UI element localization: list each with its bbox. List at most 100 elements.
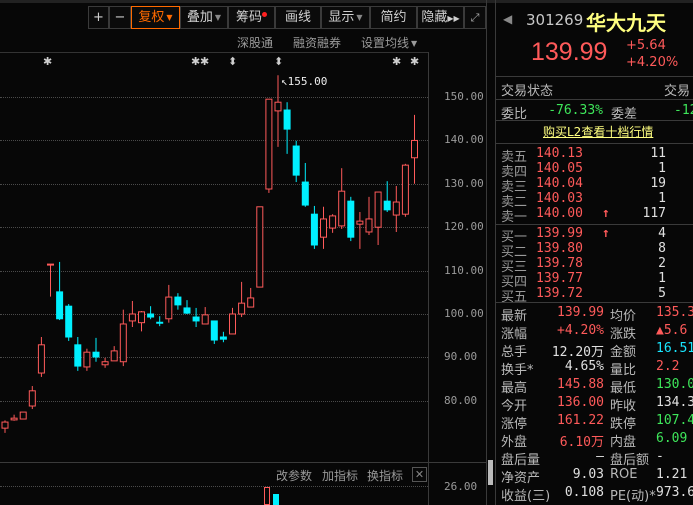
candle-body [10,417,18,421]
arrow-icon: ↖ [281,75,288,88]
candle-body [128,313,136,322]
l2-link[interactable]: 购买L2查看十档行情 [543,123,653,140]
candle-body [265,98,273,190]
stat-value: 107.4 [656,413,693,428]
candle-body [401,164,409,215]
book-price: 140.00 [536,206,583,221]
candle-body [411,139,418,159]
change-indicator-button[interactable]: 换指标 [367,467,403,484]
candle-body [28,390,36,407]
volume-bar [264,487,270,505]
simple-button[interactable]: 简约 [370,6,417,29]
candle [1,420,9,433]
margin-link[interactable]: 融资融券 [293,34,341,51]
book-price: 140.13 [536,146,583,161]
stat-label: ROE [610,467,638,482]
candle-body [374,191,382,228]
candle-body [292,145,300,176]
price-axis-divider [428,52,429,505]
candle-body [138,311,145,324]
display-dropdown[interactable]: 显示 ▼ [321,6,370,29]
ma-settings-dropdown[interactable]: 设置均线 ▼ [361,34,417,51]
price-axis-label: 90.00 [444,350,478,364]
candle-body [92,351,100,358]
candle [356,212,364,249]
prev-stock-icon[interactable]: ◀ [503,12,512,26]
book-volume: 1 [658,271,666,286]
stat-label: 均价 [610,309,637,324]
stat-value: 135.3 [656,305,693,320]
stat-value: 130.0 [656,377,693,392]
stat-value: 16.51 [656,341,693,356]
candle [201,307,209,325]
candle [74,337,82,371]
stat-label: 外盘 [501,435,528,450]
candle-body [238,302,246,315]
book-price: 139.99 [536,226,583,241]
candle-body [201,314,209,325]
candle [92,337,100,362]
stat-value: — [596,449,604,464]
hide-button[interactable]: 隐藏▶▶ [417,6,464,29]
stat-value: ▲5.6 [656,323,688,338]
trade-status-value: 交易 [664,84,691,99]
sgt-link[interactable]: 深股通 [237,34,273,51]
stat-label: 涨跌 [610,327,637,342]
add-indicator-button[interactable]: 加指标 [322,467,358,484]
stat-label: PE(动)* [610,489,656,504]
stat-label: 盘后量 [501,453,541,468]
chips-button[interactable]: 筹码 [228,6,275,29]
book-volume: 4 [658,226,666,241]
candlestick-chart[interactable] [0,52,428,462]
overlay-label: 叠加 [186,10,213,25]
price-axis-label: 110.00 [444,263,484,277]
book-price: 140.03 [536,191,583,206]
candle [119,309,127,367]
overlay-dropdown[interactable]: 叠加 ▼ [180,6,228,29]
scrollbar[interactable] [488,460,493,485]
fullscreen-button[interactable]: ⤢ [464,6,486,29]
ma-settings-label: 设置均线 [361,36,410,50]
zoom-in-button[interactable]: + [88,6,109,29]
up-arrow-icon: ↑ [602,226,610,241]
expand-icon: ⤢ [470,11,480,24]
chevron-down-icon: ▼ [214,13,222,22]
volume-divider [0,462,486,463]
candle [338,168,346,229]
fuquan-dropdown[interactable]: 复权 ▼ [131,6,180,29]
draw-line-button[interactable]: 画线 [275,6,321,29]
stat-value: 9.03 [572,467,604,482]
close-indicator-button[interactable]: ✕ [412,467,427,482]
candle [265,98,273,193]
edit-params-button[interactable]: 改参数 [276,467,312,484]
stat-label: 涨幅 [501,327,528,342]
candle [83,348,91,371]
candle [292,140,300,183]
book-price: 139.72 [536,286,583,301]
divider [496,76,693,77]
stat-value: 136.00 [557,395,604,410]
zoom-out-button[interactable]: − [109,6,131,29]
candle [329,214,337,233]
divider [496,99,693,100]
stat-value: 2.2 [656,359,680,374]
candle [183,300,191,314]
close-icon: ✕ [414,468,425,481]
candle [138,310,145,332]
candle [320,206,327,249]
candle [65,304,73,341]
stat-label: 换手* [501,363,534,378]
candle-body [101,361,109,366]
candle [365,196,373,236]
candle [19,411,27,420]
candle-body [19,411,27,420]
candle-body [274,101,282,112]
candle-body [56,291,64,320]
candle [411,114,418,184]
candle-body [119,323,127,363]
price-change: +5.64 [626,38,666,53]
candle [101,357,109,368]
candle [347,196,355,242]
red-dot-icon [262,12,267,17]
candle-body [37,344,45,374]
